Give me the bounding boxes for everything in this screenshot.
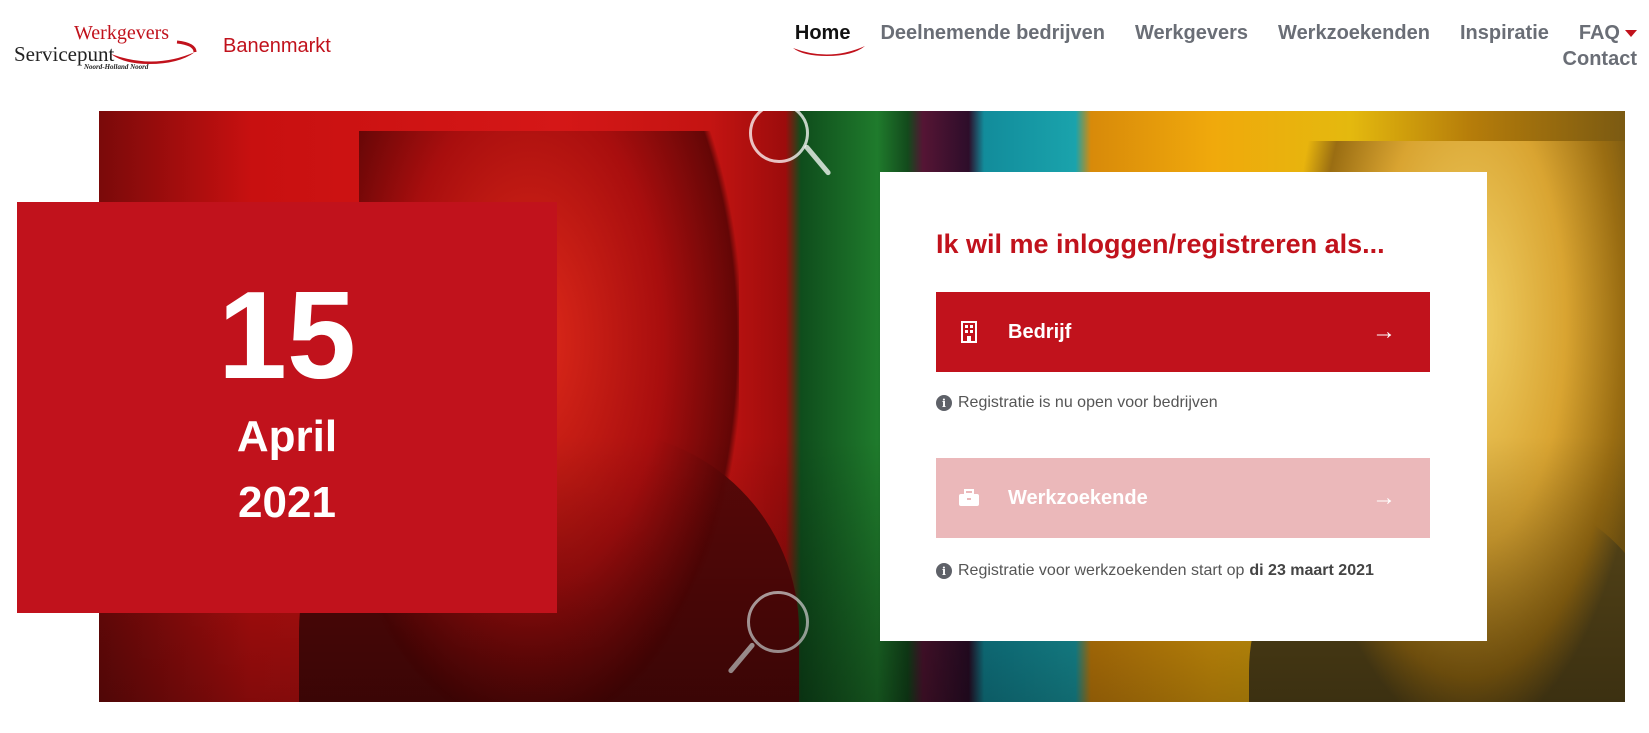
event-day: 15: [218, 267, 356, 405]
info-icon: i: [936, 395, 952, 411]
logo-swoosh-icon: [111, 40, 197, 64]
nav-home[interactable]: Home: [792, 21, 865, 56]
jobseeker-button-label: Werkzoekende: [1008, 486, 1148, 509]
info-icon-2: i: [936, 563, 952, 579]
event-date-card: 15 April 2021: [17, 202, 557, 613]
login-panel: Ik wil me inloggen/registreren als... Be…: [880, 172, 1487, 641]
building-icon: [958, 321, 980, 343]
company-login-button[interactable]: Bedrijf →: [936, 292, 1430, 372]
chevron-down-icon: [1625, 29, 1637, 37]
brand-name[interactable]: Banenmarkt: [223, 35, 331, 58]
jobseeker-note-text: Registratie voor werkzoekenden start op: [958, 562, 1245, 579]
event-month: April: [236, 412, 338, 461]
nav-home-label: Home: [794, 21, 851, 44]
logo-line3: Noord-Holland Noord: [84, 63, 149, 71]
active-underline-icon: [792, 45, 865, 56]
nav-contact[interactable]: Contact: [1563, 48, 1637, 78]
nav-faq[interactable]: FAQ: [1579, 22, 1637, 45]
jobseeker-registration-note: i Registratie voor werkzoekenden start o…: [936, 562, 1374, 580]
briefcase-icon: [958, 489, 980, 507]
logo[interactable]: Werkgevers Servicepunt Noord-Holland Noo…: [14, 18, 204, 74]
nav-werkzoekenden[interactable]: Werkzoekenden: [1278, 22, 1430, 45]
login-title: Ik wil me inloggen/registreren als...: [936, 229, 1385, 259]
nav-inspiratie[interactable]: Inspiratie: [1460, 22, 1549, 45]
jobseeker-login-button[interactable]: Werkzoekende →: [936, 458, 1430, 538]
nav-deelnemende-bedrijven[interactable]: Deelnemende bedrijven: [880, 22, 1105, 45]
company-button-label: Bedrijf: [1008, 320, 1072, 343]
jobseeker-start-date: di 23 maart 2021: [1249, 562, 1374, 579]
company-registration-note: i Registratie is nu open voor bedrijven: [936, 394, 1218, 412]
main-nav: Home Deelnemende bedrijven Werkgevers We…: [677, 18, 1637, 78]
nav-faq-label: FAQ: [1578, 21, 1620, 44]
nav-werkgevers[interactable]: Werkgevers: [1135, 22, 1248, 45]
company-note-text: Registratie is nu open voor bedrijven: [958, 394, 1218, 411]
event-year: 2021: [238, 478, 336, 527]
arrow-right-icon-2: →: [1372, 484, 1396, 511]
arrow-right-icon: →: [1372, 318, 1396, 345]
